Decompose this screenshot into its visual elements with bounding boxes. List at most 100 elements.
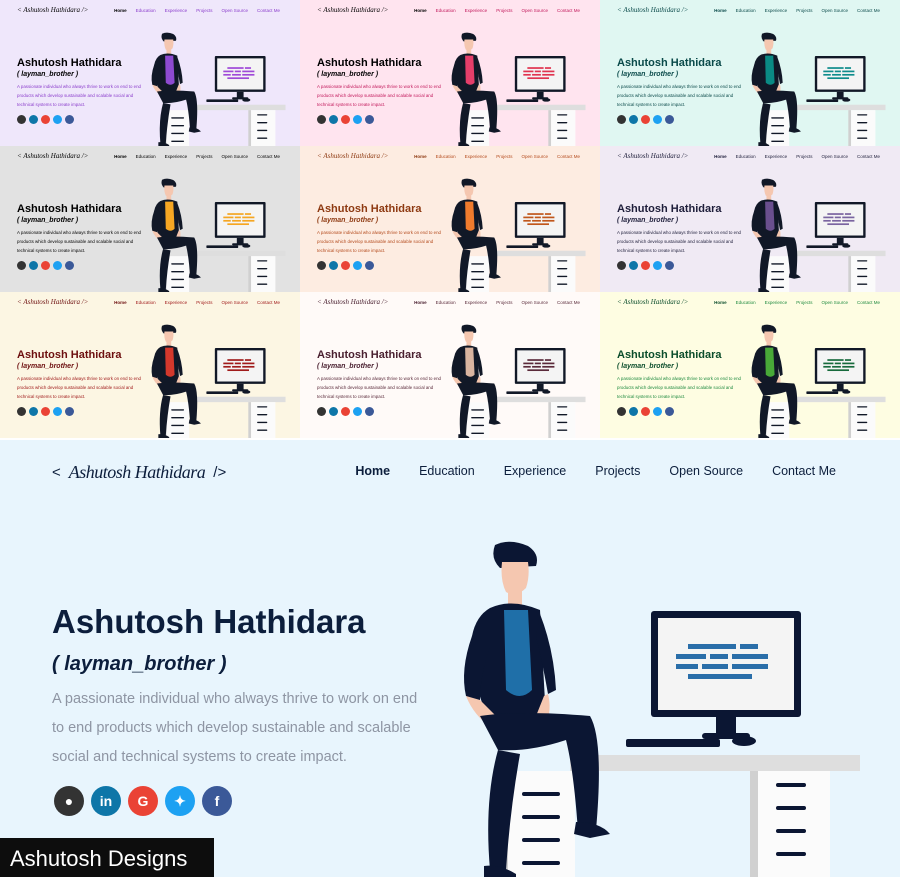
thumb-logo: < Ashutosh Hathidara /> (617, 6, 689, 14)
nav-open-source[interactable]: Open Source (669, 464, 743, 478)
logo-suffix: /> (213, 464, 227, 481)
thumb-nav-item: Contact Me (556, 300, 580, 305)
linkedin-icon (29, 407, 38, 416)
linkedin-icon (329, 407, 338, 416)
keyboard (506, 391, 539, 395)
thumb-nav-item: Home (114, 8, 127, 13)
thumb-logo: < Ashutosh Hathidara /> (17, 152, 89, 160)
github-icon (17, 261, 26, 270)
main-nav: Home Education Experience Projects Open … (355, 464, 836, 478)
google-icon (41, 261, 50, 270)
facebook-icon (665, 115, 674, 124)
github-icon (317, 115, 326, 124)
keyboard (506, 245, 539, 249)
thumb-nav-item: Experience (164, 154, 188, 159)
nav-home[interactable]: Home (355, 464, 390, 478)
twitter-button[interactable]: ✦ (165, 786, 195, 816)
thumb-description: A passionate individual who always thriv… (317, 230, 441, 253)
mouse (242, 98, 251, 102)
linkedin-button[interactable]: in (91, 786, 121, 816)
thumb-nav: Home Education Experience Projects Open Sour… (414, 300, 580, 305)
facebook-icon: f (214, 793, 220, 809)
linkedin-icon (29, 115, 38, 124)
google-button[interactable]: G (128, 786, 158, 816)
nav-contact-me[interactable]: Contact Me (772, 464, 836, 478)
thumb-logo: < Ashutosh Hathidara /> (17, 6, 89, 14)
thumb-nickname: ( layman_brother ) (317, 71, 379, 78)
thumb-nav-item: Home (714, 8, 727, 13)
thumb-nav-item: Projects (196, 154, 213, 159)
twitter-icon (53, 407, 62, 416)
thumb-nav-item: Projects (796, 300, 813, 305)
theme-thumbnail: < Ashutosh Hathidara /> Home Education Exp… (0, 0, 300, 146)
thumb-nav-item: Education (435, 8, 456, 13)
thumb-nav: Home Education Experience Projects Open Sour… (114, 8, 280, 13)
facebook-icon (65, 407, 74, 416)
social-links: ● in G ✦ f (54, 786, 232, 816)
logo-signature: Ashutosh Hathidara (68, 462, 206, 482)
thumb-logo: < Ashutosh Hathidara /> (317, 6, 389, 14)
thumb-description: A passionate individual who always thriv… (17, 84, 141, 107)
nav-projects[interactable]: Projects (595, 464, 640, 478)
monitor (814, 56, 866, 100)
github-icon (617, 261, 626, 270)
desk-top (487, 104, 586, 111)
twitter-icon (653, 407, 662, 416)
thumb-nav-item: Education (435, 300, 456, 305)
facebook-button[interactable]: f (202, 786, 232, 816)
thumb-name: Ashutosh Hathidara (317, 203, 422, 215)
nav-education[interactable]: Education (419, 464, 475, 478)
github-icon (617, 407, 626, 416)
thumb-social (17, 407, 74, 416)
linkedin-icon (329, 115, 338, 124)
facebook-icon (365, 261, 374, 270)
mouse (242, 390, 251, 394)
thumb-description: A passionate individual who always thriv… (617, 84, 741, 107)
thumb-social (317, 115, 374, 124)
linkedin-icon (629, 261, 638, 270)
thumb-nickname: ( layman_brother ) (617, 363, 679, 370)
twitter-icon: ✦ (174, 792, 186, 809)
developer-illustration (464, 541, 860, 877)
mouse (542, 244, 551, 248)
thumb-nav-item: Projects (196, 8, 213, 13)
thumb-nav-item: Open Source (821, 8, 848, 13)
keyboard (506, 99, 539, 103)
linkedin-icon (329, 261, 338, 270)
thumb-illustration (451, 32, 586, 146)
thumb-nav-item: Experience (464, 154, 488, 159)
thumb-social (617, 261, 674, 270)
theme-thumbnail: < Ashutosh Hathidara /> Home Education Exp… (0, 292, 300, 438)
monitor (214, 348, 266, 392)
thumb-nav-item: Contact Me (256, 300, 280, 305)
hero-description: A passionate individual who always thriv… (52, 691, 418, 765)
thumb-nav: Home Education Experience Projects Open Sour… (414, 8, 580, 13)
twitter-icon (53, 115, 62, 124)
thumb-nav-item: Contact Me (856, 8, 880, 13)
keyboard (806, 99, 839, 103)
nav-experience[interactable]: Experience (504, 464, 567, 478)
google-icon (341, 115, 350, 124)
twitter-icon (653, 115, 662, 124)
mouse (842, 390, 851, 394)
thumb-description: A passionate individual who always thriv… (17, 230, 141, 253)
thumb-nickname: ( layman_brother ) (617, 217, 679, 224)
facebook-icon (365, 407, 374, 416)
desk-top (187, 250, 286, 257)
desk-top (787, 104, 886, 111)
site-logo[interactable]: < Ashutosh Hathidara /> (52, 462, 226, 483)
theme-thumbnail: < Ashutosh Hathidara /> Home Education Exp… (600, 146, 900, 292)
thumb-nav-item: Contact Me (856, 154, 880, 159)
thumb-nav-item: Open Source (521, 154, 548, 159)
thumb-nav-item: Open Source (221, 8, 248, 13)
thumb-nav-item: Home (114, 300, 127, 305)
facebook-icon (65, 261, 74, 270)
twitter-icon (353, 115, 362, 124)
thumb-illustration (451, 178, 586, 292)
credit-label: Ashutosh Designs (0, 838, 214, 877)
monitor (814, 202, 866, 246)
thumb-logo: < Ashutosh Hathidara /> (317, 152, 389, 160)
github-button[interactable]: ● (54, 786, 84, 816)
twitter-icon (653, 261, 662, 270)
thumb-nav-item: Experience (164, 300, 188, 305)
